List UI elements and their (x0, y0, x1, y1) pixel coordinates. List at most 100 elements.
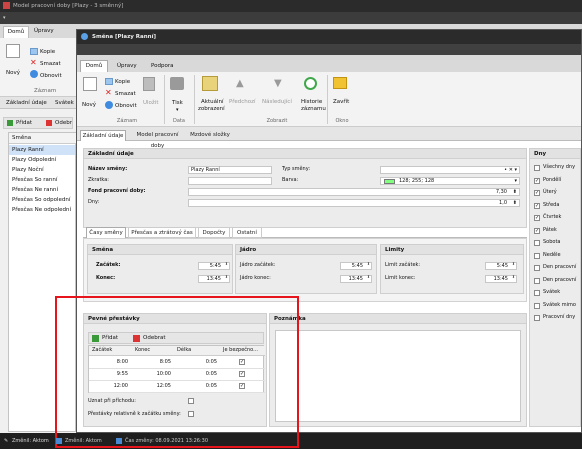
outer-remove-icon[interactable] (46, 120, 52, 126)
fond-spin-icon[interactable]: ⬍ (513, 189, 517, 195)
delete-icon[interactable]: ✕ (105, 89, 112, 97)
limit-zacatek-spin-icon[interactable]: ⬍ (511, 262, 516, 270)
day-checkbox[interactable]: ✓ (534, 190, 540, 196)
next-icon[interactable]: ▼ (274, 79, 282, 89)
outer-add-icon[interactable] (7, 120, 13, 126)
day-checkbox[interactable] (534, 277, 540, 284)
day-checkbox[interactable] (534, 265, 540, 271)
jadro-zacatek-spin-icon[interactable]: ⬍ (366, 262, 371, 270)
day-checkbox[interactable] (534, 252, 540, 259)
nazev-input[interactable]: Plazy Ranní (188, 166, 272, 174)
kopie-button[interactable]: Kopie (115, 79, 130, 85)
inner-tabstrip: Základní údaje Model pracovní doby Mzdov… (77, 127, 581, 149)
zavrit-button[interactable]: Zavřít (333, 99, 349, 105)
historie-label2[interactable]: záznamu (301, 106, 326, 112)
day-checkbox[interactable] (534, 290, 540, 296)
fond-input[interactable]: 7,30 ⬍ (188, 188, 520, 196)
list-item[interactable]: Plazy Noční (9, 165, 75, 175)
subtab-ostatni[interactable]: Ostatní (232, 227, 262, 238)
outer-smazat-label[interactable]: Smazat (40, 61, 61, 67)
outer-refresh-icon[interactable] (30, 70, 38, 78)
ulozit-button[interactable]: Uložit (143, 100, 159, 106)
day-checkbox[interactable]: ✓ (534, 227, 540, 234)
typ-select[interactable]: • ✕ ▾ (380, 166, 520, 174)
day-checkbox[interactable] (534, 240, 540, 246)
outer-copy-icon[interactable] (30, 48, 38, 55)
day-label: Svátek (543, 289, 561, 295)
day-checkbox[interactable] (534, 315, 540, 321)
inner-menu-upravy[interactable]: Úpravy (117, 63, 137, 69)
poznamka-textarea[interactable] (275, 330, 521, 422)
list-item[interactable]: Přesčas So odpolední (9, 195, 75, 205)
outer-new-icon[interactable] (6, 44, 20, 58)
list-item[interactable]: Plazy Odpolední (9, 155, 75, 165)
user-icon (56, 438, 62, 444)
historie-button[interactable]: Historie (301, 99, 322, 105)
refresh-icon[interactable] (105, 101, 113, 109)
predchozi-button[interactable]: Předchozí (229, 99, 256, 105)
outer-kopie-label[interactable]: Kopie (40, 49, 55, 55)
inner-ribbon: Nový Kopie ✕ Smazat Obnovit Uložit Zázna… (77, 72, 581, 127)
outer-remove-button[interactable]: Odebr (55, 120, 72, 126)
outer-dropdown-icon[interactable]: ▾ (3, 15, 6, 21)
jadro-group: Jádro Jádro začátek: 5:45 ⬍ Jádro konec:… (235, 244, 377, 294)
nasledujici-button[interactable]: Následující (262, 99, 292, 105)
day-checkbox[interactable] (534, 165, 540, 171)
fond-value: 7,30 (495, 189, 507, 195)
tab-model-pracovni-doby[interactable]: Model pracovní doby (129, 130, 186, 149)
day-checkbox[interactable]: ✓ (534, 215, 540, 221)
barva-select[interactable]: 128; 255; 128 ▾ (380, 177, 520, 185)
day-checkbox[interactable]: ✓ (534, 177, 540, 184)
subtab-prescas[interactable]: Přesčas a ztrátový čas (128, 227, 196, 238)
dny-input[interactable]: 1,0 ⬍ (188, 199, 520, 207)
novy-button[interactable]: Nový (82, 102, 96, 108)
copy-icon[interactable] (105, 78, 113, 85)
outer-tab-svatek[interactable]: Svátek (55, 100, 74, 106)
outer-add-button[interactable]: Přidat (16, 120, 32, 126)
zobrazeni-label[interactable]: zobrazení (198, 106, 225, 112)
smazat-button[interactable]: Smazat (115, 91, 136, 97)
limit-konec-spin-icon[interactable]: ⬍ (511, 275, 516, 283)
subtab-dopocty[interactable]: Dopočty (198, 227, 230, 238)
outer-tab-zakladni[interactable]: Základní údaje (6, 100, 47, 106)
jadro-konec-spin-icon[interactable]: ⬍ (366, 275, 371, 283)
tab-mzdove-slozky[interactable]: Mzdové složky (188, 130, 232, 141)
day-checkbox[interactable]: ✓ (534, 202, 540, 209)
aktualni-button[interactable]: Aktuální (201, 99, 224, 105)
new-icon[interactable] (83, 77, 97, 91)
list-item[interactable]: Přesčas So ranní (9, 175, 75, 185)
subtab-casy-smeny[interactable]: Časy směny (86, 227, 126, 238)
day-label: Středa (543, 201, 560, 208)
inner-menu-domu[interactable]: Domů (80, 60, 108, 72)
list-item[interactable]: Přesčas Ne odpolední (9, 205, 75, 215)
print-icon[interactable] (170, 77, 184, 90)
list-item[interactable]: Přesčas Ne ranní (9, 185, 75, 195)
history-icon[interactable] (304, 77, 317, 90)
current-view-icon[interactable] (202, 76, 218, 91)
zacatek-spin-icon[interactable]: ⬍ (224, 262, 229, 270)
limity-group: Limity Limit začátek: 5:45 ⬍ Limit konec… (380, 244, 524, 294)
tisk-button[interactable]: Tisk (172, 100, 183, 106)
day-label: Čtvrtek (543, 214, 562, 220)
outer-menu-domu[interactable]: Domů (3, 26, 29, 38)
outer-novy-label[interactable]: Nový (6, 70, 20, 76)
day-label: Sobota (543, 239, 561, 245)
close-window-icon[interactable] (333, 77, 347, 89)
typ-clear-dropdown-icon[interactable]: • ✕ ▾ (504, 167, 517, 173)
outer-obnovit-label[interactable]: Obnovit (40, 73, 62, 79)
list-item[interactable]: Plazy Ranní (9, 145, 75, 155)
outer-delete-icon[interactable]: ✕ (30, 59, 37, 67)
zkratka-input[interactable] (188, 177, 272, 185)
inner-menu-podpora[interactable]: Podpora (151, 63, 173, 69)
barva-dropdown-icon[interactable]: ▾ (514, 178, 517, 184)
tisk-dropdown-icon[interactable]: ▾ (176, 107, 179, 113)
day-checkbox[interactable] (534, 302, 540, 309)
outer-title: Model pracovní doby [Plazy - 3 směnný] (13, 3, 124, 9)
outer-menu-upravy[interactable]: Úpravy (34, 28, 54, 34)
previous-icon[interactable]: ▲ (236, 79, 244, 89)
dny-spin-icon[interactable]: ⬍ (513, 200, 517, 206)
save-icon[interactable] (143, 77, 155, 91)
obnovit-button[interactable]: Obnovit (115, 103, 137, 109)
tab-zakladni-udaje[interactable]: Základní údaje (80, 130, 126, 141)
konec-spin-icon[interactable]: ⬍ (224, 275, 229, 283)
